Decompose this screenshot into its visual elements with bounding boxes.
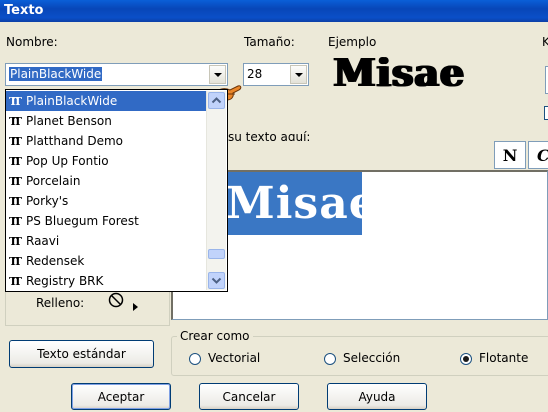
scroll-thumb[interactable] bbox=[208, 249, 225, 259]
font-list-item[interactable]: TT PS Bluegum Forest bbox=[6, 211, 206, 231]
scroll-up-button[interactable] bbox=[208, 92, 225, 109]
truetype-font-icon: TT bbox=[9, 234, 22, 248]
help-button[interactable]: Ayuda bbox=[327, 383, 427, 410]
right-partial-checkbox[interactable] bbox=[544, 106, 548, 120]
radio-flotante-label[interactable]: Flotante bbox=[479, 351, 528, 365]
font-list-item[interactable]: TT Registry BRK bbox=[6, 271, 206, 291]
chevron-down-icon bbox=[211, 277, 222, 284]
window-title: Texto bbox=[4, 3, 44, 18]
font-list-item[interactable]: TT Porcelain bbox=[6, 171, 206, 191]
fill-label: Relleno: bbox=[36, 296, 85, 310]
title-bar: Texto bbox=[0, 0, 548, 22]
radio-seleccion-label[interactable]: Selección bbox=[343, 351, 400, 365]
size-combo[interactable]: 28 bbox=[243, 63, 309, 86]
font-dropdown-list[interactable]: TT PlainBlackWide TT Planet Benson TT Pl… bbox=[5, 89, 228, 292]
font-list-item[interactable]: TT Planet Benson bbox=[6, 111, 206, 131]
truetype-font-icon: TT bbox=[9, 214, 22, 228]
sample-preview: Misae bbox=[333, 50, 465, 95]
font-name-combo[interactable]: PlainBlackWide bbox=[5, 63, 228, 86]
bold-button[interactable]: N bbox=[494, 141, 526, 169]
truetype-font-icon: TT bbox=[9, 134, 22, 148]
font-list-item[interactable]: TT Redensek bbox=[6, 251, 206, 271]
font-name-label: Nombre: bbox=[6, 35, 58, 49]
truetype-font-icon: TT bbox=[9, 94, 22, 108]
font-list-item[interactable]: TT Porky's bbox=[6, 191, 206, 211]
italic-button[interactable]: C bbox=[528, 141, 548, 169]
chevron-up-icon bbox=[211, 97, 222, 104]
standard-text-button[interactable]: Texto estándar bbox=[9, 340, 154, 368]
truetype-font-icon: TT bbox=[9, 194, 22, 208]
font-list-item[interactable]: TT PlainBlackWide bbox=[6, 91, 206, 111]
fill-arrow-icon[interactable] bbox=[132, 302, 140, 312]
create-as-label: Crear como bbox=[177, 329, 253, 343]
truetype-font-icon: TT bbox=[9, 154, 22, 168]
size-label: Tamaño: bbox=[244, 35, 295, 49]
size-value: 28 bbox=[247, 67, 263, 81]
font-list-item[interactable]: TT Raavi bbox=[6, 231, 206, 251]
font-list-scrollbar[interactable] bbox=[206, 91, 226, 290]
radio-vectorial[interactable] bbox=[189, 353, 201, 365]
ok-button[interactable]: Aceptar bbox=[71, 383, 171, 410]
truetype-font-icon: TT bbox=[9, 274, 22, 288]
fill-group bbox=[5, 290, 170, 326]
truetype-font-icon: TT bbox=[9, 254, 22, 268]
truetype-font-icon: TT bbox=[9, 174, 22, 188]
text-preview: Misae bbox=[226, 172, 362, 235]
no-fill-icon[interactable] bbox=[108, 292, 124, 308]
cancel-button[interactable]: Cancelar bbox=[199, 383, 299, 410]
radio-vectorial-label[interactable]: Vectorial bbox=[208, 351, 260, 365]
right-partial-label: K bbox=[542, 35, 548, 49]
font-list-item[interactable]: TT Pop Up Fontio bbox=[6, 151, 206, 171]
size-dropdown-button[interactable] bbox=[290, 65, 307, 84]
font-list-item[interactable]: TT Platthand Demo bbox=[6, 131, 206, 151]
radio-flotante[interactable] bbox=[460, 353, 472, 365]
font-name-value: PlainBlackWide bbox=[9, 67, 103, 81]
scroll-down-button[interactable] bbox=[208, 272, 225, 289]
sample-label: Ejemplo bbox=[328, 35, 377, 49]
radio-seleccion[interactable] bbox=[324, 353, 336, 365]
truetype-font-icon: TT bbox=[9, 114, 22, 128]
